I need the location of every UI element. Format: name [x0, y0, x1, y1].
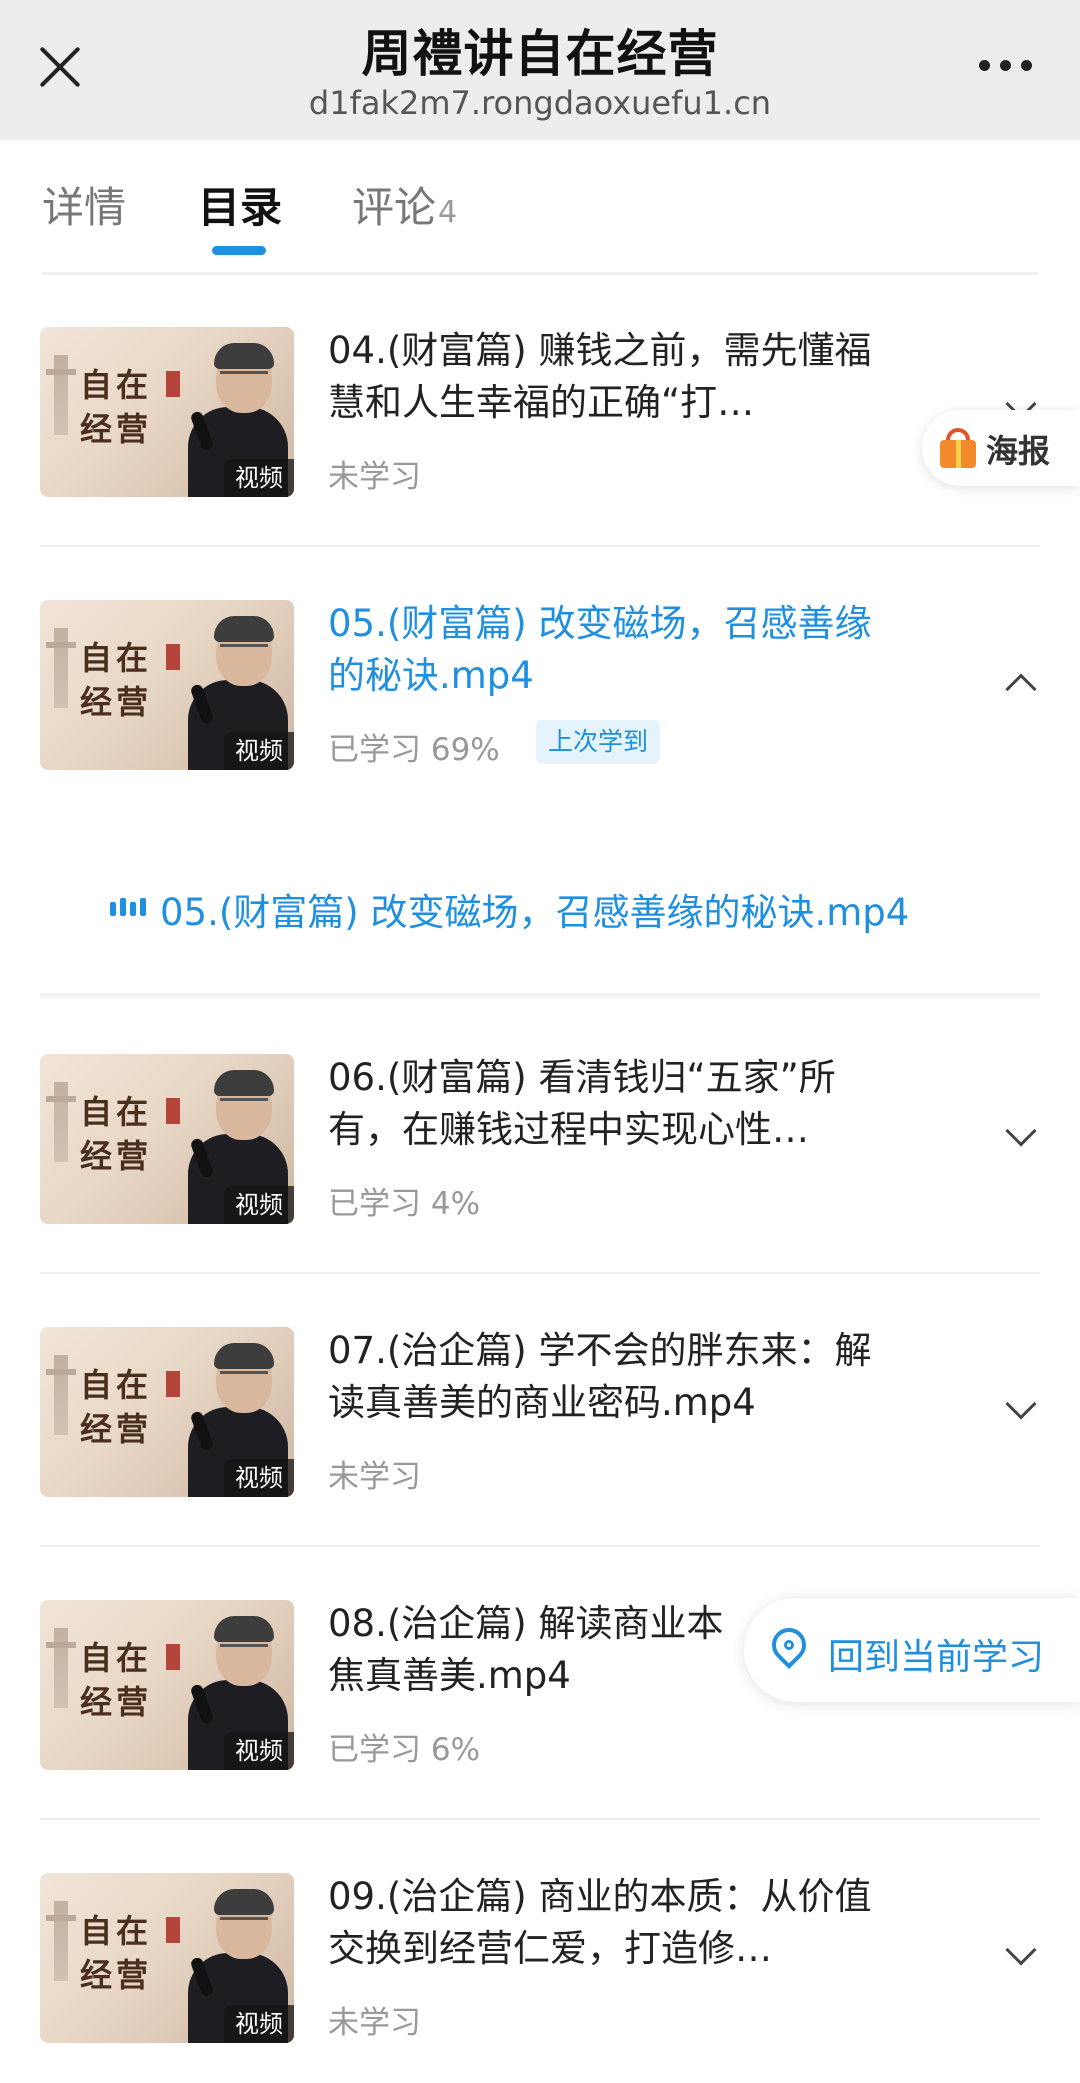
lesson-item-current[interactable]: 自在 经营 视频 05.(财富篇) 改变磁场，召感善缘的秘诀.mp4 已学习 69… — [0, 548, 1080, 820]
seal-graphic — [166, 644, 180, 670]
poster-button[interactable]: 海报 — [922, 410, 1080, 486]
page-title: 周禮讲自在经营 — [361, 25, 719, 83]
pagoda-graphic — [46, 1628, 76, 1708]
chevron-down-icon[interactable] — [1005, 1934, 1037, 1966]
chevron-down-icon[interactable] — [1005, 1115, 1037, 1147]
last-watched-badge: 上次学到 — [536, 720, 661, 764]
more-options-icon[interactable] — [979, 60, 1032, 71]
seal-graphic — [166, 1644, 180, 1670]
thumbnail-title: 自在 经营 — [80, 1366, 153, 1448]
playing-icon — [110, 898, 146, 916]
tab-details-label: 详情 — [42, 183, 127, 232]
lesson-thumbnail: 自在 经营 视频 — [40, 1327, 294, 1497]
chevron-up-icon[interactable] — [1005, 673, 1037, 705]
top-bar: 周禮讲自在经营 d1fak2m7.rongdaoxuefu1.cn — [0, 0, 1080, 140]
lesson-status: 已学习 6% — [328, 1732, 481, 1768]
thumbnail-title: 自在 经营 — [80, 1093, 153, 1175]
tab-details[interactable]: 详情 — [42, 174, 126, 235]
video-badge: 视频 — [224, 1186, 294, 1224]
thumbnail-title: 自在 经营 — [80, 1912, 153, 1994]
divider — [40, 1545, 1040, 1547]
lesson-item[interactable]: 自在 经营 视频 09.(治企篇) 商业的本质：从价值交换到经营仁爱，打造修… 未… — [0, 1821, 1080, 2083]
lesson-title: 04.(财富篇) 赚钱之前，需先懂福慧和人生幸福的正确“打… — [328, 329, 872, 424]
pagoda-graphic — [46, 1355, 76, 1435]
lesson-status: 已学习 69% — [328, 732, 500, 768]
lesson-title: 07.(治企篇) 学不会的胖东来：解读真善美的商业密码.mp4 — [328, 1329, 872, 1424]
sub-lesson-item[interactable]: 05.(财富篇) 改变磁场，召感善缘的秘诀.mp4 — [0, 820, 1080, 998]
tab-comments[interactable]: 评论4 — [352, 174, 457, 235]
lesson-status: 未学习 — [328, 459, 421, 495]
lesson-status: 未学习 — [328, 2005, 421, 2041]
pagoda-graphic — [46, 1082, 76, 1162]
divider — [40, 545, 1040, 547]
thumbnail-title: 自在 经营 — [80, 1639, 153, 1721]
page-url: d1fak2m7.rongdaoxuefu1.cn — [308, 84, 772, 122]
seal-graphic — [166, 1098, 180, 1124]
video-badge: 视频 — [224, 1732, 294, 1770]
tab-comments-label: 评论 — [352, 183, 437, 232]
lesson-thumbnail: 自在 经营 视频 — [40, 1054, 294, 1224]
lesson-title: 05.(财富篇) 改变磁场，召感善缘的秘诀.mp4 — [328, 602, 872, 697]
gift-icon — [938, 426, 978, 468]
sub-lesson-title: 05.(财富篇) 改变磁场，召感善缘的秘诀.mp4 — [160, 891, 910, 934]
video-badge: 视频 — [224, 732, 294, 770]
lesson-thumbnail: 自在 经营 视频 — [40, 1600, 294, 1770]
tab-catalog-label: 目录 — [198, 183, 283, 232]
pagoda-graphic — [46, 1901, 76, 1981]
pagoda-graphic — [46, 355, 76, 435]
video-badge: 视频 — [224, 1459, 294, 1497]
lesson-thumbnail: 自在 经营 视频 — [40, 327, 294, 497]
seal-graphic — [166, 1371, 180, 1397]
seal-graphic — [166, 1917, 180, 1943]
poster-label: 海报 — [986, 432, 1051, 470]
back-to-current-label: 回到当前学习 — [828, 1637, 1045, 1678]
lesson-title: 06.(财富篇) 看清钱归“五家”所有，在赚钱过程中实现心性… — [328, 1056, 836, 1151]
lesson-item[interactable]: 自在 经营 视频 04.(财富篇) 赚钱之前，需先懂福慧和人生幸福的正确“打… 未… — [0, 275, 1080, 547]
lesson-thumbnail: 自在 经营 视频 — [40, 1873, 294, 2043]
chevron-down-icon[interactable] — [1005, 1388, 1037, 1420]
lesson-status: 未学习 — [328, 1459, 421, 1495]
back-to-current-button[interactable]: 回到当前学习 — [744, 1598, 1080, 1702]
thumbnail-title: 自在 经营 — [80, 366, 153, 448]
tab-bar: 详情 目录 评论4 — [0, 140, 1080, 274]
seal-graphic — [166, 371, 180, 397]
lesson-status: 已学习 4% — [328, 1186, 481, 1222]
lesson-thumbnail: 自在 经营 视频 — [40, 600, 294, 770]
active-tab-indicator — [212, 246, 266, 255]
lesson-title: 09.(治企篇) 商业的本质：从价值交换到经营仁爱，打造修… — [328, 1875, 872, 1970]
video-badge: 视频 — [224, 2005, 294, 2043]
divider — [40, 1272, 1040, 1274]
comment-count: 4 — [438, 195, 458, 230]
tab-catalog[interactable]: 目录 — [198, 174, 282, 235]
lesson-item[interactable]: 自在 经营 视频 06.(财富篇) 看清钱归“五家”所有，在赚钱过程中实现心性… … — [0, 1002, 1080, 1274]
divider — [40, 1818, 1040, 1820]
divider — [40, 993, 1040, 998]
thumbnail-title: 自在 经营 — [80, 639, 153, 721]
video-badge: 视频 — [224, 459, 294, 497]
location-pin-icon — [764, 1620, 814, 1672]
pagoda-graphic — [46, 628, 76, 708]
lesson-item[interactable]: 自在 经营 视频 07.(治企篇) 学不会的胖东来：解读真善美的商业密码.mp4 … — [0, 1275, 1080, 1547]
